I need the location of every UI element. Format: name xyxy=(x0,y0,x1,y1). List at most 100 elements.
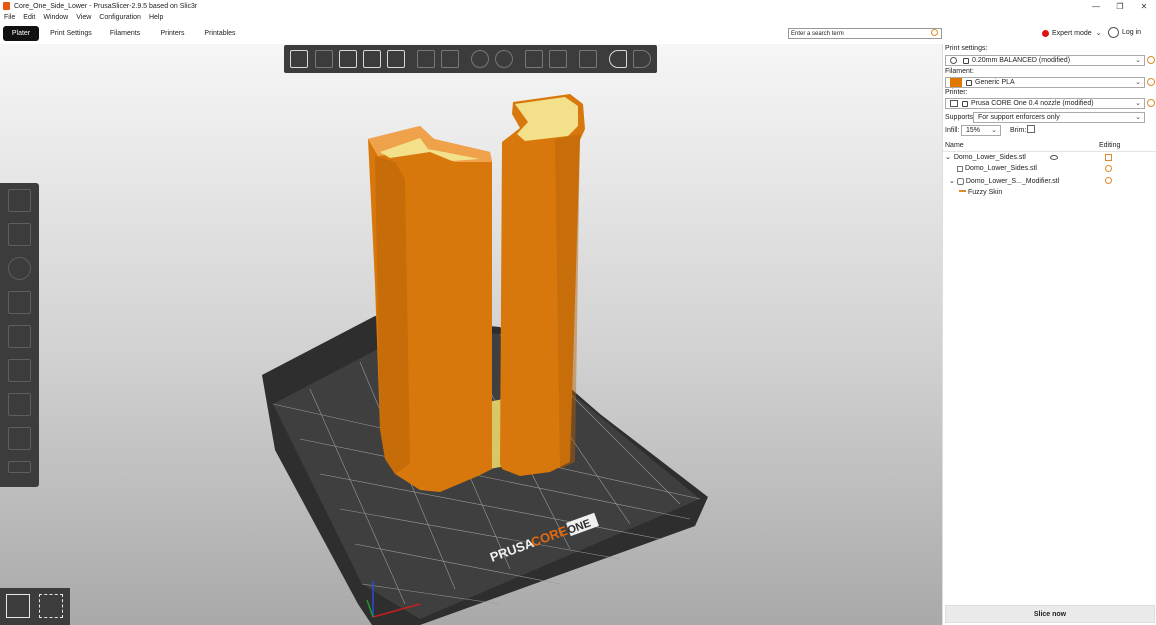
arrange-selection-icon[interactable] xyxy=(387,50,405,68)
scene-toolbar xyxy=(284,45,657,73)
chevron-down-icon: ⌄ xyxy=(949,178,955,185)
gear-icon[interactable] xyxy=(1105,177,1112,184)
list-item-modifier[interactable]: ⌄ Domo_Lower_S..._Modifier.stl xyxy=(949,177,1059,185)
menu-window[interactable]: Window xyxy=(39,14,72,21)
chevron-down-icon: ⌄ xyxy=(1095,30,1102,37)
add-instance-icon[interactable] xyxy=(471,50,489,68)
menu-edit[interactable]: Edit xyxy=(19,14,39,21)
scene-canvas: PRUSA CORE ONE xyxy=(262,94,708,625)
infill-combo[interactable]: 15% ⌄ xyxy=(961,125,1001,136)
scale-icon[interactable] xyxy=(8,223,31,246)
list-item-setting[interactable]: Fuzzy Skin xyxy=(959,189,1002,196)
arrange-icon[interactable] xyxy=(363,50,381,68)
mode-selector[interactable]: Expert mode ⌄ xyxy=(1042,29,1102,37)
filament-combo[interactable]: Generic PLA ⌄ xyxy=(945,77,1145,88)
3d-view-icon[interactable] xyxy=(6,594,30,618)
redo-icon[interactable] xyxy=(633,50,651,68)
modifier-name: Domo_Lower_S..._Modifier.stl xyxy=(965,177,1060,185)
seam-painting-icon[interactable] xyxy=(8,393,31,416)
delete-object-icon[interactable] xyxy=(315,50,333,68)
login-label: Log in xyxy=(1122,29,1142,36)
model-left-shade xyxy=(375,156,410,474)
move-icon[interactable] xyxy=(8,189,31,212)
infill-value: 15% xyxy=(966,127,981,134)
printer-value: Prusa CORE One 0.4 nozzle (modified) xyxy=(971,100,1094,107)
layer-editing-icon[interactable] xyxy=(579,50,597,68)
preview-view-icon[interactable] xyxy=(39,594,63,618)
search-icon[interactable] xyxy=(931,29,938,36)
prusaslicer-app-icon xyxy=(3,2,10,10)
split-parts-icon[interactable] xyxy=(549,50,567,68)
support-painting-icon[interactable] xyxy=(8,359,31,382)
user-icon xyxy=(1108,27,1119,38)
lock-icon xyxy=(962,100,968,107)
menu-configuration[interactable]: Configuration xyxy=(95,14,145,21)
tab-printers[interactable]: Printers xyxy=(155,26,190,41)
column-header-editing: Editing xyxy=(1099,142,1121,149)
print-settings-gear-icon[interactable] xyxy=(1147,56,1155,64)
filament-color-swatch xyxy=(950,78,962,87)
mode-label: Expert mode xyxy=(1052,29,1092,37)
object-name: Domo_Lower_Sides.stl xyxy=(953,153,1026,161)
maximize-button[interactable]: ❐ xyxy=(1108,0,1132,12)
menu-file[interactable]: File xyxy=(0,14,19,21)
edit-icon[interactable] xyxy=(1105,154,1112,161)
measure-icon[interactable] xyxy=(8,461,31,473)
cut-icon[interactable] xyxy=(8,325,31,348)
infill-label: Infill: xyxy=(945,127,960,134)
supports-value: For support enforcers only xyxy=(978,114,1060,121)
column-header-name: Name xyxy=(945,142,964,149)
copy-icon[interactable] xyxy=(417,50,435,68)
gizmo-toolbar xyxy=(0,183,39,487)
tab-plater[interactable]: Plater xyxy=(3,26,39,41)
delete-all-icon[interactable] xyxy=(339,50,357,68)
modifier-icon xyxy=(956,177,964,185)
tab-print-settings[interactable]: Print Settings xyxy=(46,26,96,41)
chevron-down-icon: ⌄ xyxy=(1135,79,1141,86)
view-switcher xyxy=(0,588,70,625)
lock-icon xyxy=(963,57,969,64)
tab-printables[interactable]: Printables xyxy=(199,26,241,41)
supports-combo[interactable]: For support enforcers only ⌄ xyxy=(973,112,1145,123)
menu-view[interactable]: View xyxy=(72,14,95,21)
slice-now-button[interactable]: Slice now xyxy=(945,605,1155,623)
login-button[interactable]: Log in xyxy=(1108,27,1141,38)
print-settings-value: 0.20mm BALANCED (modified) xyxy=(972,57,1071,64)
filament-gear-icon[interactable] xyxy=(1147,78,1155,86)
mode-indicator-icon xyxy=(1042,29,1049,37)
eye-icon[interactable] xyxy=(1050,155,1058,160)
printer-combo[interactable]: Prusa CORE One 0.4 nozzle (modified) ⌄ xyxy=(945,98,1145,109)
minimize-button[interactable]: — xyxy=(1084,0,1108,12)
remove-instance-icon[interactable] xyxy=(495,50,513,68)
supports-label: Supports: xyxy=(945,114,975,121)
split-objects-icon[interactable] xyxy=(525,50,543,68)
print-profile-icon xyxy=(950,57,957,64)
tab-bar: Plater Print Settings Filaments Printers… xyxy=(0,24,1156,44)
chevron-down-icon: ⌄ xyxy=(945,154,951,161)
rotate-icon[interactable] xyxy=(8,257,31,280)
settings-panel: Print settings: 0.20mm BALANCED (modifie… xyxy=(942,44,1156,625)
3d-viewport[interactable]: PRUSA CORE ONE xyxy=(0,44,942,625)
mmu-painting-icon[interactable] xyxy=(8,427,31,450)
object-list: Name Editing ⌄ Domo_Lower_Sides.stl Domo… xyxy=(943,140,1156,600)
printer-label: Printer: xyxy=(945,89,968,96)
printer-gear-icon[interactable] xyxy=(1147,99,1155,107)
print-settings-combo[interactable]: 0.20mm BALANCED (modified) ⌄ xyxy=(945,55,1145,66)
chevron-down-icon: ⌄ xyxy=(1135,100,1141,107)
undo-icon[interactable] xyxy=(609,50,627,68)
place-on-face-icon[interactable] xyxy=(8,291,31,314)
close-button[interactable]: ✕ xyxy=(1132,0,1156,12)
part-icon xyxy=(957,165,963,172)
tab-filaments[interactable]: Filaments xyxy=(104,26,146,41)
chevron-down-icon: ⌄ xyxy=(991,127,997,134)
menu-help[interactable]: Help xyxy=(145,14,167,21)
search-input[interactable]: Enter a search term xyxy=(788,28,942,39)
list-item-part[interactable]: Domo_Lower_Sides.stl xyxy=(957,165,1037,172)
list-item-object[interactable]: ⌄ Domo_Lower_Sides.stl xyxy=(945,153,1026,162)
paste-icon[interactable] xyxy=(441,50,459,68)
gear-icon[interactable] xyxy=(1105,165,1112,172)
add-object-icon[interactable] xyxy=(290,50,308,68)
brim-checkbox[interactable] xyxy=(1027,125,1035,133)
printer-icon xyxy=(950,100,958,107)
part-name: Domo_Lower_Sides.stl xyxy=(965,165,1037,172)
